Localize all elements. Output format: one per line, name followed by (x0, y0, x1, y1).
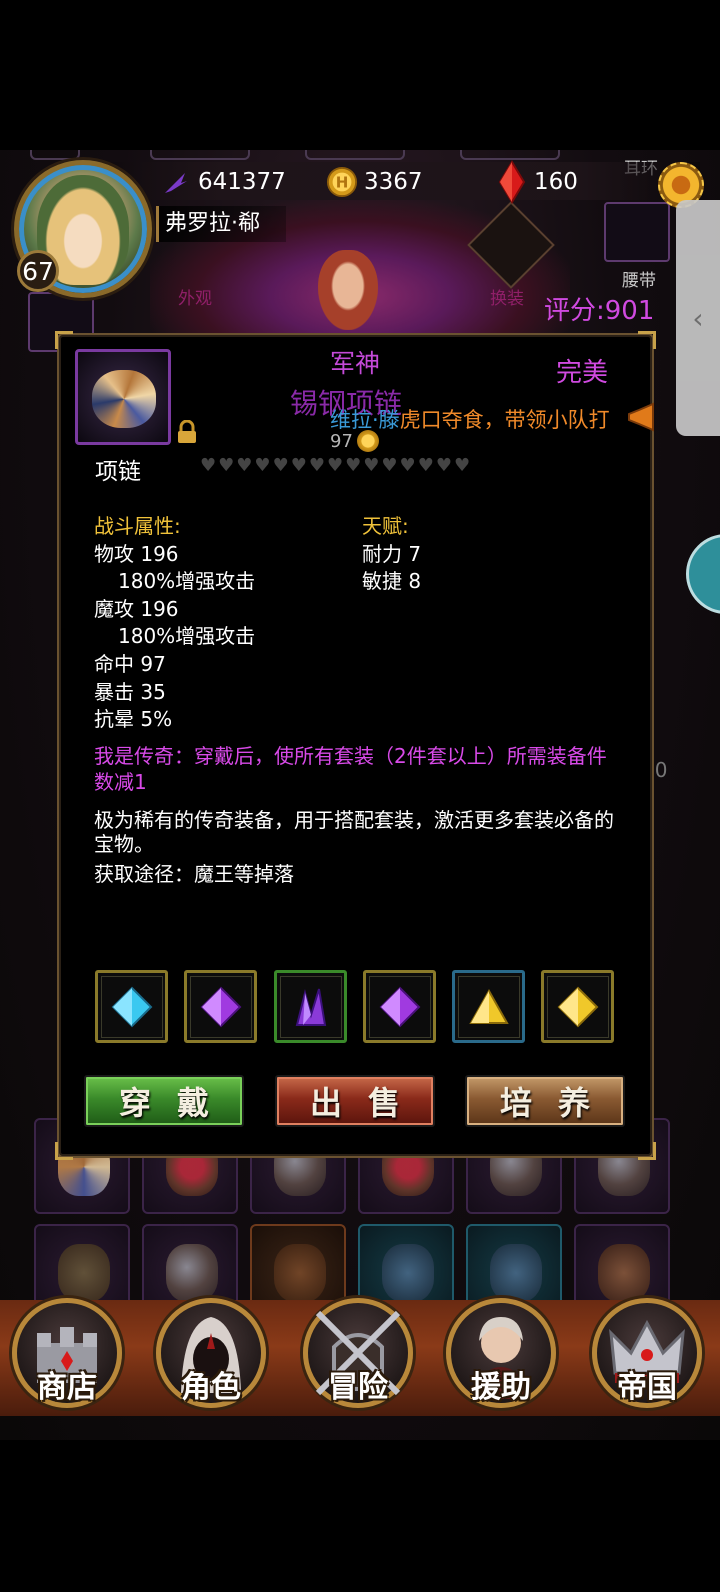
swap-outfit-label[interactable]: 换装 (490, 284, 524, 309)
character-model[interactable] (318, 250, 378, 330)
chat-sender: 维拉·滕 (330, 408, 400, 432)
red-gem-counter: 160 (496, 160, 578, 204)
gem-socket[interactable] (274, 970, 347, 1043)
feather-icon (160, 166, 192, 198)
soul-crystal-value: 641377 (198, 169, 286, 195)
cultivate-button[interactable]: 培养 (465, 1075, 625, 1127)
heart-icon: ♥ (381, 455, 398, 476)
chevron-left-icon: ‹ (692, 301, 704, 335)
equip-slot-belt[interactable] (604, 202, 670, 262)
heart-icon: ♥ (254, 455, 271, 476)
nav-support-label: 援助 (471, 1370, 531, 1405)
purple-crystal-cluster-icon (295, 988, 326, 1026)
nav-shop-label: 商店 (37, 1370, 97, 1405)
heart-icon: ♥ (435, 455, 452, 476)
enhance-hearts: ♥ ♥ ♥ ♥ ♥ ♥ ♥ ♥ ♥ ♥ ♥ ♥ ♥ ♥ ♥ (200, 456, 470, 476)
stat-line: 抗晕 5% (94, 707, 173, 731)
item-quality: 完美 (556, 358, 609, 388)
combat-stats-title: 战斗属性: (94, 514, 181, 538)
heart-icon: ♥ (345, 455, 362, 476)
stat-line: 180%增强攻击 (118, 569, 256, 593)
horn-icon[interactable] (625, 402, 659, 432)
gold-coin-icon (356, 430, 379, 452)
item-slot-type: 项链 (95, 459, 141, 485)
heart-icon: ♥ (326, 455, 344, 476)
item-source: 获取途径：魔王等掉落 (94, 862, 294, 886)
heart-icon: ♥ (363, 455, 380, 476)
item-name-prefix: 军神 (329, 349, 380, 378)
heart-icon: ♥ (272, 455, 289, 476)
svg-text:H: H (336, 174, 349, 192)
talent-title: 天赋: (362, 514, 409, 538)
gem-socket[interactable] (184, 970, 257, 1043)
item-description: 极为稀有的传奇装备，用于搭配套装，激活更多套装必备的宝物。 (94, 808, 614, 856)
legendary-effect: 我是传奇：穿戴后，使所有套装（2件套以上）所需装备件数减1 (94, 744, 607, 794)
gold-coin-icon: H (326, 166, 358, 198)
slot-belt-label: 腰带 (622, 271, 656, 291)
gem-socket[interactable] (95, 970, 168, 1043)
red-gem-value: 160 (534, 169, 578, 195)
blue-diamond-icon (111, 986, 152, 1027)
equip-button[interactable]: 穿戴 (84, 1075, 244, 1127)
necklace-icon (92, 370, 156, 428)
red-gem-icon (496, 160, 528, 204)
nav-character-label: 角色 (181, 1370, 241, 1405)
nav-adventure-label: 冒险 (328, 1370, 388, 1405)
appearance-label[interactable]: 外观 (178, 284, 212, 309)
heart-icon: ♥ (308, 455, 325, 476)
talent-line: 耐力 7 (362, 542, 422, 566)
lock-icon[interactable] (176, 419, 198, 444)
rating-score: 评分:901 (544, 296, 655, 326)
heart-icon: ♥ (453, 455, 471, 476)
heart-icon: ♥ (399, 455, 416, 476)
top-slot-edges (0, 150, 720, 162)
heart-icon: ♥ (218, 455, 235, 476)
gold-value: 3367 (364, 169, 423, 195)
side-panel-toggle[interactable]: ‹ (676, 200, 720, 436)
purple-diamond-icon (379, 986, 420, 1027)
nav-empire-label: 帝国 (617, 1370, 677, 1405)
gem-socket[interactable] (452, 970, 525, 1043)
chat-message: 虎口夺食，带领小队打 (399, 408, 610, 432)
gold-counter: H 3367 (326, 166, 423, 198)
stat-line: 命中 97 (94, 652, 166, 676)
sell-price-value: 97 (330, 430, 353, 452)
stat-line: 魔攻 196 (94, 597, 179, 621)
stat-line: 物攻 196 (94, 542, 179, 566)
sell-button[interactable]: 出售 (275, 1075, 435, 1127)
player-level-badge: 67 (17, 250, 59, 292)
purple-diamond-icon (200, 986, 241, 1027)
gem-socket[interactable] (363, 970, 436, 1043)
sell-price: 97 (330, 430, 379, 452)
stat-line: 暴击 35 (94, 680, 166, 704)
yellow-triangle-gem-icon (468, 988, 509, 1024)
soul-crystal-counter: 641377 (160, 166, 286, 198)
yellow-diamond-icon (557, 986, 598, 1027)
heart-icon: ♥ (200, 455, 217, 476)
gem-socket[interactable] (541, 970, 614, 1043)
heart-icon: ♥ (417, 455, 434, 476)
player-name: 弗罗拉·郗 (156, 206, 286, 242)
stat-line: 180%增强攻击 (118, 624, 256, 648)
item-icon (75, 349, 171, 445)
heart-icon: ♥ (290, 455, 307, 476)
talent-line: 敏捷 8 (362, 569, 422, 593)
heart-icon: ♥ (236, 455, 253, 476)
